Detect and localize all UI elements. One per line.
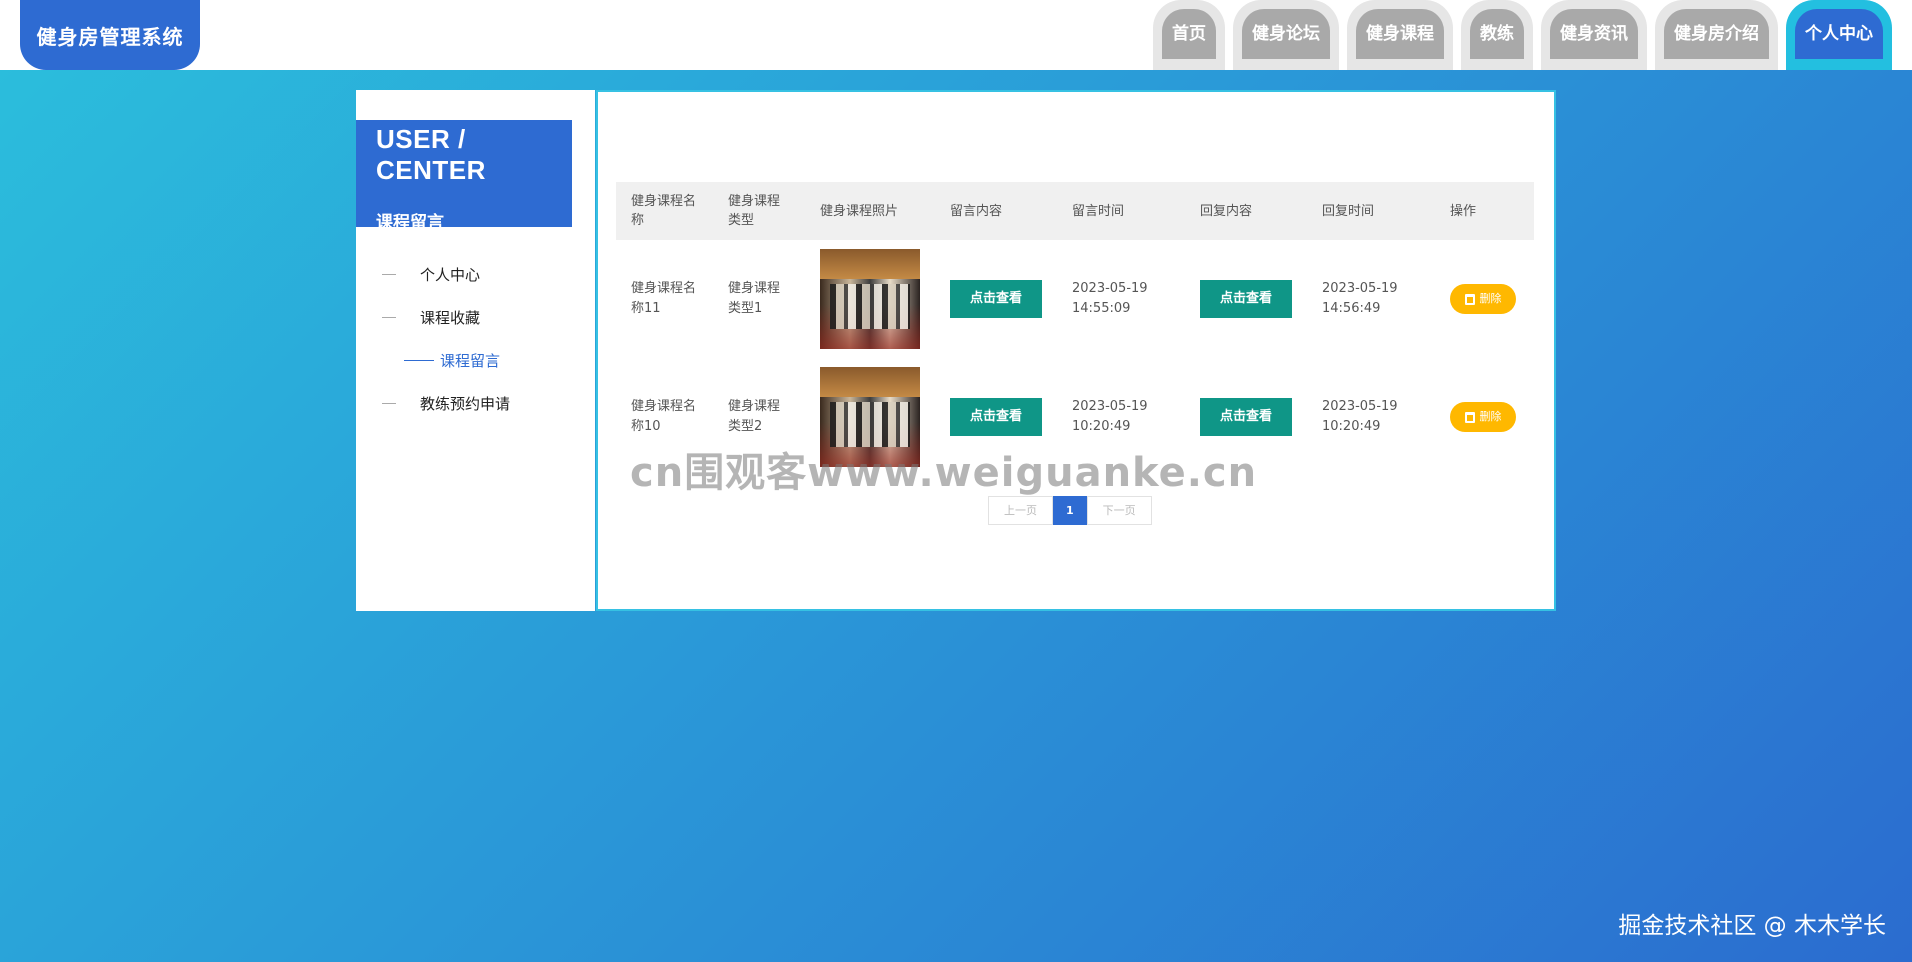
- dash-icon: [382, 317, 396, 318]
- pagination: 上一页 1 下一页: [988, 496, 1152, 525]
- col-header: 健身课程类型: [728, 194, 781, 228]
- col-header: 健身课程名称: [631, 194, 697, 228]
- nav-home[interactable]: 首页: [1153, 0, 1225, 70]
- sidebar-item-course-messages[interactable]: 课程留言: [356, 339, 595, 382]
- sidebar-title-block: USER / CENTER 课程留言: [356, 120, 572, 233]
- col-header: 健身课程照片: [820, 203, 899, 219]
- col-header: 回复内容: [1200, 203, 1253, 219]
- credit-text: 掘金技术社区 @ 木木学长: [1618, 913, 1886, 939]
- watermark: cn围观客www.weiguanke.cn: [630, 450, 1258, 496]
- col-header: 留言内容: [950, 203, 1003, 219]
- brand-logo[interactable]: 健身房管理系统: [20, 0, 200, 70]
- next-page-button[interactable]: 下一页: [1086, 496, 1152, 525]
- view-reply-button[interactable]: 点击查看: [1200, 280, 1292, 318]
- dash-icon: [382, 274, 396, 275]
- sidebar-title-en: USER / CENTER: [376, 124, 486, 185]
- top-bar: 健身房管理系统 首页 健身论坛 健身课程 教练 健身资讯 健身房介绍 个人中心: [0, 0, 1912, 70]
- delete-button[interactable]: 删除: [1450, 284, 1516, 314]
- col-header: 操作: [1450, 203, 1477, 219]
- message-time: 2023-05-19 14:55:09: [1072, 281, 1148, 316]
- nav-user-center[interactable]: 个人中心: [1786, 0, 1892, 70]
- trash-icon: [1464, 293, 1475, 305]
- col-header: 留言时间: [1072, 203, 1125, 219]
- table-header-row: 健身课程名称 健身课程类型 健身课程照片 留言内容 留言时间 回复内容 回复时间…: [616, 182, 1534, 240]
- course-type: 健身课程类型1: [728, 281, 781, 316]
- reply-time: 2023-05-19 14:56:49: [1322, 281, 1398, 316]
- nav-forum[interactable]: 健身论坛: [1233, 0, 1339, 70]
- sidebar: USER / CENTER 课程留言 个人中心 课程收藏 课程留言 教练预约申请: [356, 90, 595, 611]
- course-name: 健身课程名称11: [631, 281, 697, 316]
- view-message-button[interactable]: 点击查看: [950, 280, 1042, 318]
- course-photo[interactable]: [820, 249, 920, 349]
- content-area: 健身课程名称 健身课程类型 健身课程照片 留言内容 留言时间 回复内容 回复时间…: [596, 90, 1556, 611]
- sidebar-item-user-center[interactable]: 个人中心: [356, 253, 595, 296]
- main-panel: USER / CENTER 课程留言 个人中心 课程收藏 课程留言 教练预约申请…: [356, 90, 1556, 611]
- dash-icon: [382, 403, 396, 404]
- nav-news[interactable]: 健身资讯: [1541, 0, 1647, 70]
- delete-button[interactable]: 删除: [1450, 402, 1516, 432]
- sidebar-menu: 个人中心 课程收藏 课程留言 教练预约申请: [356, 253, 595, 425]
- messages-table: 健身课程名称 健身课程类型 健身课程照片 留言内容 留言时间 回复内容 回复时间…: [616, 182, 1534, 476]
- view-reply-button[interactable]: 点击查看: [1200, 398, 1292, 436]
- dash-icon: [404, 360, 434, 361]
- view-message-button[interactable]: 点击查看: [950, 398, 1042, 436]
- trash-icon: [1464, 411, 1475, 423]
- sidebar-item-favorites[interactable]: 课程收藏: [356, 296, 595, 339]
- table-row: 健身课程名称11 健身课程类型1 点击查看 2023-05-19 14:55:0…: [616, 240, 1534, 358]
- prev-page-button[interactable]: 上一页: [988, 496, 1053, 525]
- nav-courses[interactable]: 健身课程: [1347, 0, 1453, 70]
- main-nav: 首页 健身论坛 健身课程 教练 健身资讯 健身房介绍 个人中心: [1153, 0, 1892, 70]
- nav-coach[interactable]: 教练: [1461, 0, 1533, 70]
- nav-gym-intro[interactable]: 健身房介绍: [1655, 0, 1778, 70]
- col-header: 回复时间: [1322, 203, 1375, 219]
- reply-time: 2023-05-19 10:20:49: [1322, 399, 1398, 434]
- page-1-button[interactable]: 1: [1053, 496, 1087, 525]
- sidebar-title-cn: 课程留言: [376, 213, 444, 233]
- sidebar-item-coach-booking[interactable]: 教练预约申请: [356, 382, 595, 425]
